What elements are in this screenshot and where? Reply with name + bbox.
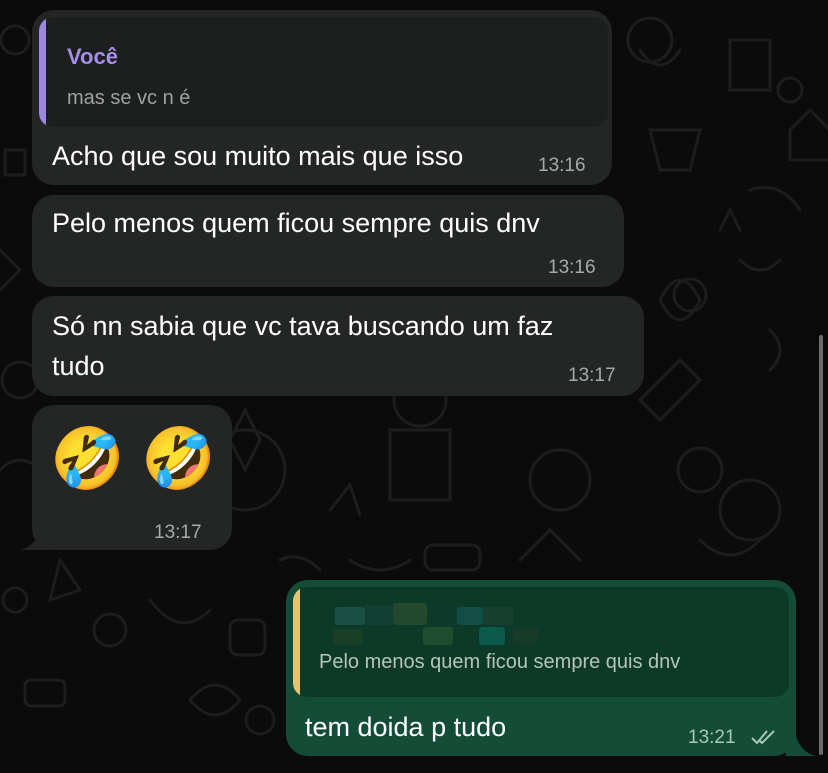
- laughing-emoji: 🤣 🤣: [50, 425, 217, 492]
- message-time: 13:17: [154, 522, 202, 543]
- quoted-message[interactable]: Você mas se vc n é: [39, 17, 608, 127]
- quoted-message[interactable]: Pelo menos quem ficou sempre quis dnv: [293, 587, 789, 697]
- message-text: Acho que sou muito mais que isso: [52, 141, 464, 171]
- message-bubble-incoming[interactable]: Só nn sabia que vc tava buscando um faz …: [32, 296, 644, 396]
- message-time: 13:16: [548, 257, 596, 278]
- message-text-line2: tudo: [52, 351, 105, 381]
- message-bubble-outgoing[interactable]: Pelo menos quem ficou sempre quis dnv te…: [286, 580, 796, 756]
- double-check-icon: [751, 730, 775, 745]
- message-time: 13:17: [568, 365, 616, 386]
- quote-bar: [39, 17, 46, 127]
- message-bubble-incoming[interactable]: Você mas se vc n é Acho que sou muito ma…: [32, 10, 612, 185]
- message-time: 13:16: [538, 155, 586, 176]
- quote-text: mas se vc n é: [67, 87, 191, 109]
- message-bubble-incoming[interactable]: Pelo menos quem ficou sempre quis dnv 13…: [32, 195, 624, 287]
- message-text-line1: Só nn sabia que vc tava buscando um faz: [52, 311, 554, 341]
- scrollbar[interactable]: [819, 335, 823, 755]
- message-time: 13:21: [688, 727, 736, 748]
- message-text: Pelo menos quem ficou sempre quis dnv: [52, 208, 540, 238]
- quote-author: Você: [67, 44, 118, 69]
- quote-bar: [293, 587, 300, 697]
- message-text: tem doida p tudo: [305, 712, 507, 742]
- quote-text: Pelo menos quem ficou sempre quis dnv: [319, 651, 681, 673]
- message-bubble-incoming[interactable]: 🤣 🤣 13:17: [32, 405, 232, 550]
